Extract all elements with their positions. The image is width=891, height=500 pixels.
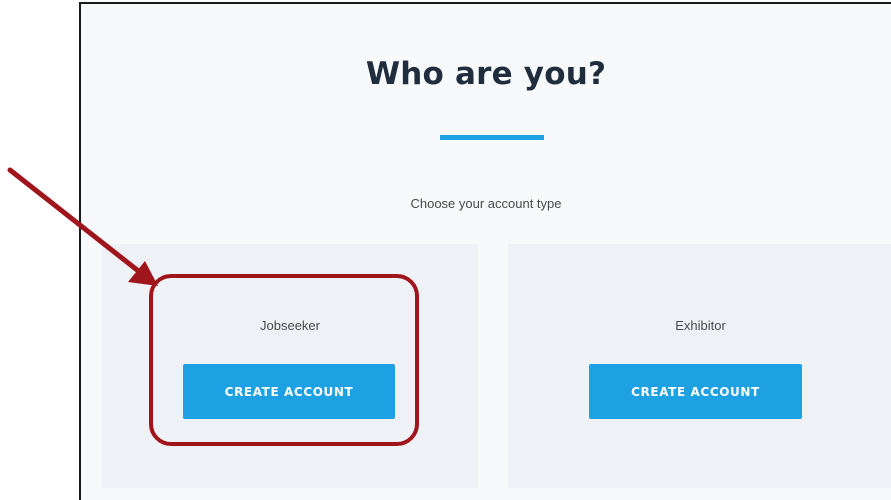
screenshot-stage: Who are you? Choose your account type Jo… xyxy=(0,0,891,500)
page-title: Who are you? xyxy=(365,56,607,92)
exhibitor-card: Exhibitor CREATE ACCOUNT xyxy=(508,244,891,488)
exhibitor-label: Exhibitor xyxy=(675,318,726,333)
page-subtitle: Choose your account type xyxy=(410,196,562,211)
title-underline xyxy=(440,135,544,140)
annotation-highlight-box xyxy=(149,274,419,446)
exhibitor-create-account-button[interactable]: CREATE ACCOUNT xyxy=(589,364,802,419)
